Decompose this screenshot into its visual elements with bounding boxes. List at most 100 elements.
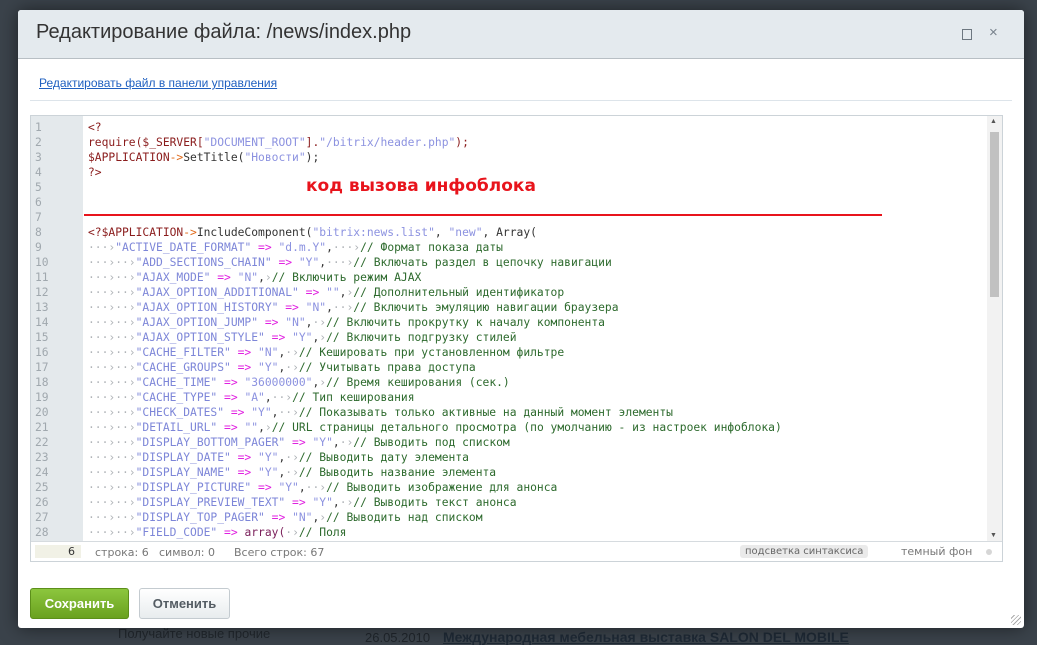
background-text: Получайте новые прочие: [118, 626, 271, 641]
scroll-up-icon[interactable]: ▲: [990, 118, 997, 125]
code-line[interactable]: 2 require($_SERVER["DOCUMENT_ROOT"]."/bit…: [31, 135, 986, 150]
code-line[interactable]: 14 ···›··›"AJAX_OPTION_JUMP" => "N",·›// …: [31, 315, 986, 330]
line-number: 1: [35, 121, 42, 134]
code-token: // Включить подгрузку стилей: [326, 331, 517, 344]
code-token: ·›: [285, 466, 299, 479]
code-token: "FIELD_CODE": [135, 526, 218, 539]
code-editor[interactable]: 1 <? 2 require($_SERVER["DOCUMENT_ROOT"]."/…: [30, 115, 1003, 562]
line-number: 12: [35, 286, 49, 299]
code-token: ···›··›: [88, 481, 136, 494]
line-text: ···›··›"AJAX_OPTION_HISTORY" => "N",··›/…: [88, 300, 619, 315]
code-line[interactable]: 9 ···›"ACTIVE_DATE_FORMAT" => "d.m.Y",···…: [31, 240, 986, 255]
code-token: ··›: [305, 481, 327, 494]
save-button[interactable]: Сохранить: [30, 588, 129, 619]
dialog-title: Редактирование файла: /news/index.php: [36, 21, 412, 43]
code-line[interactable]: 7: [31, 210, 986, 225]
line-text: ···›··›"DISPLAY_PREVIEW_TEXT" => "Y",·›/…: [88, 495, 517, 510]
line-number: 15: [35, 331, 49, 344]
code-token: // Выводить название элемента: [298, 466, 497, 479]
current-line-input[interactable]: 6: [35, 545, 81, 558]
code-token: "Y": [292, 331, 313, 344]
code-line[interactable]: 15 ···›··›"AJAX_OPTION_STYLE" => "Y",›// …: [31, 330, 986, 345]
code-token: "d.m.Y": [278, 241, 327, 254]
code-token: =>: [285, 436, 313, 449]
code-token: =>: [230, 346, 259, 359]
background-news-link[interactable]: Международная мебельная выставка SALON D…: [443, 629, 849, 645]
code-line[interactable]: 20 ···›··›"CHECK_DATES" => "Y",··›// Пока…: [31, 405, 986, 420]
code-token: // Время кеширования (сек.): [326, 376, 510, 389]
code-token: "A": [244, 391, 265, 404]
code-token: ,: [326, 301, 333, 314]
line-text: <?: [88, 120, 102, 135]
line-number: 2: [35, 136, 42, 149]
code-line[interactable]: 1 <?: [31, 120, 986, 135]
line-text: ···›··›"DISPLAY_NAME" => "Y",·›// Выводи…: [88, 465, 496, 480]
maximize-icon[interactable]: [962, 29, 972, 40]
code-token: ···›··›: [88, 406, 136, 419]
code-line[interactable]: 10 ···›··›"ADD_SECTIONS_CHAIN" => "Y",···…: [31, 255, 986, 270]
code-line[interactable]: 28 ···›··›"FIELD_CODE" => array(·›// Поля: [31, 525, 986, 540]
code-token: "Y": [278, 481, 299, 494]
code-token: ,: [332, 496, 340, 509]
code-token: ···›··›: [88, 421, 136, 434]
code-line[interactable]: 3 $APPLICATION->SetTitle("Новости");: [31, 150, 986, 165]
code-token: ···›··›: [88, 376, 136, 389]
code-token: ›: [264, 421, 272, 434]
code-token: =>: [217, 391, 245, 404]
code-line[interactable]: 21 ···›··›"DETAIL_URL" => "",›// URL стра…: [31, 420, 986, 435]
line-number: 26: [35, 496, 49, 509]
code-token: "AJAX_OPTION_HISTORY": [135, 301, 279, 314]
code-token: ···›··›: [88, 436, 136, 449]
code-line[interactable]: 8 <?$APPLICATION->IncludeComponent("bitri…: [31, 225, 986, 240]
code-line[interactable]: 22 ···›··›"DISPLAY_BOTTOM_PAGER" => "Y",·…: [31, 435, 986, 450]
code-token: $APPLICATION: [88, 151, 170, 164]
code-token: =>: [217, 526, 245, 539]
line-text: ···›··›"DETAIL_URL" => "",›// URL страни…: [88, 420, 782, 435]
code-line[interactable]: 24 ···›··›"DISPLAY_NAME" => "Y",·›// Выво…: [31, 465, 986, 480]
code-line[interactable]: 16 ···›··›"CACHE_FILTER" => "N",·›// Кеши…: [31, 345, 986, 360]
code-line[interactable]: 26 ···›··›"DISPLAY_PREVIEW_TEXT" => "Y",·…: [31, 495, 986, 510]
code-line[interactable]: 25 ···›··›"DISPLAY_PICTURE" => "Y",··›// …: [31, 480, 986, 495]
syntax-highlight-toggle[interactable]: подсветка синтаксиса: [740, 545, 869, 558]
code-token: =>: [285, 496, 313, 509]
line-number: 5: [35, 181, 42, 194]
code-token: );: [455, 136, 469, 149]
code-line[interactable]: 27 ···›··›"DISPLAY_TOP_PAGER" => "N",›// …: [31, 510, 986, 525]
code-line[interactable]: 23 ···›··›"DISPLAY_DATE" => "Y",·›// Выво…: [31, 450, 986, 465]
code-token: ···›··›: [88, 511, 136, 524]
resize-grip-icon[interactable]: [1011, 615, 1021, 625]
code-token: ···›··›: [88, 496, 136, 509]
code-line[interactable]: 6: [31, 195, 986, 210]
code-token: ,: [326, 241, 333, 254]
code-token: ›: [264, 271, 272, 284]
code-line[interactable]: 18 ···›··›"CACHE_TIME" => "36000000",›// …: [31, 375, 986, 390]
scroll-down-icon[interactable]: ▼: [990, 532, 997, 539]
close-icon[interactable]: ×: [989, 24, 998, 41]
code-token: "CACHE_TYPE": [135, 391, 218, 404]
code-token: "DISPLAY_DATE": [135, 451, 231, 464]
code-line[interactable]: 11 ···›··›"AJAX_MODE" => "N",›// Включить…: [31, 270, 986, 285]
line-number: 17: [35, 361, 49, 374]
line-text: ···›··›"AJAX_MODE" => "N",›// Включить р…: [88, 270, 421, 285]
line-number: 21: [35, 421, 49, 434]
code-token: IncludeComponent(: [196, 226, 313, 239]
code-line[interactable]: 12 ···›··›"AJAX_OPTION_ADDITIONAL" => "",…: [31, 285, 986, 300]
line-number: 20: [35, 406, 49, 419]
code-token: ···›··›: [88, 286, 136, 299]
dark-theme-indicator-icon[interactable]: [986, 549, 992, 555]
edit-in-control-panel-link[interactable]: Редактировать файл в панели управления: [39, 76, 277, 90]
divider: [30, 100, 1012, 101]
code-line[interactable]: 19 ···›··›"CACHE_TYPE" => "A",··›// Тип к…: [31, 390, 986, 405]
code-token: "DISPLAY_BOTTOM_PAGER": [135, 436, 286, 449]
dark-theme-toggle[interactable]: темный фон: [901, 545, 972, 558]
code-line[interactable]: 17 ···›··›"CACHE_GROUPS" => "Y",·›// Учит…: [31, 360, 986, 375]
code-token: ··›: [332, 301, 354, 314]
vertical-scrollbar[interactable]: ▲ ▼: [987, 116, 1002, 541]
line-number: 18: [35, 376, 49, 389]
code-line[interactable]: 13 ···›··›"AJAX_OPTION_HISTORY" => "N",··…: [31, 300, 986, 315]
code-token: SetTitle(: [183, 151, 245, 164]
scrollbar-thumb[interactable]: [990, 132, 999, 297]
row-info: строка: 6: [95, 546, 149, 559]
line-text: ···›··›"FIELD_CODE" => array(·›// Поля: [88, 525, 346, 540]
cancel-button[interactable]: Отменить: [139, 588, 230, 619]
